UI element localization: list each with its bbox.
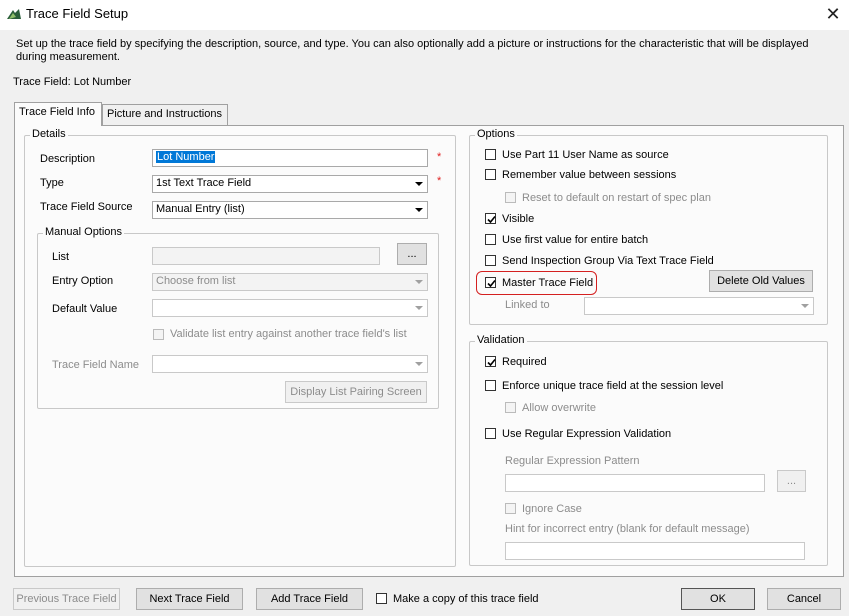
tab-trace-field-info[interactable]: Trace Field Info [14, 102, 102, 126]
manual-options-title: Manual Options [43, 226, 125, 238]
part11-label: Use Part 11 User Name as source [502, 149, 669, 161]
remember-value-checkbox[interactable] [485, 169, 496, 180]
type-label: Type [40, 177, 64, 189]
allow-overwrite-checkbox[interactable] [505, 402, 516, 413]
type-dropdown[interactable]: 1st Text Trace Field [152, 175, 428, 193]
default-value-dropdown[interactable] [152, 299, 428, 317]
hint-field[interactable] [505, 542, 805, 560]
details-group-title: Details [30, 128, 68, 140]
master-trace-label: Master Trace Field [502, 277, 594, 289]
part11-checkbox[interactable] [485, 149, 496, 160]
chevron-down-icon [415, 182, 423, 186]
chevron-down-icon [415, 362, 423, 366]
type-value: 1st Text Trace Field [156, 177, 252, 189]
checkmark-icon [487, 215, 496, 224]
entry-option-value: Choose from list [156, 275, 236, 287]
next-trace-field-button[interactable]: Next Trace Field [136, 588, 243, 610]
add-trace-field-button[interactable]: Add Trace Field [256, 588, 363, 610]
description-label: Description [40, 153, 96, 165]
master-trace-checkbox[interactable] [485, 277, 496, 288]
source-label: Trace Field Source [40, 201, 133, 213]
instructions-text: Set up the trace field by specifying the… [16, 38, 809, 63]
chevron-down-icon [415, 306, 423, 310]
trace-field-name-dropdown[interactable] [152, 355, 428, 373]
send-inspection-group-checkbox[interactable] [485, 255, 496, 266]
close-icon[interactable]: ✕ [822, 3, 844, 25]
remember-value-label: Remember value between sessions [502, 169, 677, 181]
regex-pattern-label: Regular Expression Pattern [505, 455, 640, 467]
default-value-label: Default Value [52, 303, 118, 315]
list-browse-button[interactable]: ... [397, 243, 427, 265]
validate-list-checkbox[interactable] [153, 329, 164, 340]
app-icon [7, 9, 21, 19]
list-field[interactable] [152, 247, 380, 265]
first-value-batch-label: Use first value for entire batch [502, 234, 649, 246]
regex-checkbox[interactable] [485, 428, 496, 439]
first-value-batch-checkbox[interactable] [485, 234, 496, 245]
make-copy-checkbox[interactable] [376, 593, 387, 604]
delete-old-values-button[interactable]: Delete Old Values [709, 270, 813, 292]
reset-default-checkbox[interactable] [505, 192, 516, 203]
source-dropdown[interactable]: Manual Entry (list) [152, 201, 428, 219]
window-title: Trace Field Setup [26, 6, 129, 21]
allow-overwrite-label: Allow overwrite [522, 402, 596, 414]
chevron-down-icon [415, 280, 423, 284]
checkmark-icon [487, 279, 496, 288]
entry-option-dropdown[interactable]: Choose from list [152, 273, 428, 291]
chevron-down-icon [415, 208, 423, 212]
tab-picture-and-instructions[interactable]: Picture and Instructions [102, 104, 228, 125]
display-pairing-button[interactable]: Display List Pairing Screen [285, 381, 427, 403]
required-marker: * [437, 175, 442, 187]
source-value: Manual Entry (list) [156, 203, 245, 215]
entry-option-label: Entry Option [52, 275, 114, 287]
options-group-title: Options [475, 128, 517, 140]
cancel-button[interactable]: Cancel [767, 588, 841, 610]
send-inspection-group-label: Send Inspection Group Via Text Trace Fie… [502, 255, 714, 267]
regex-label: Use Regular Expression Validation [502, 428, 672, 440]
validation-group-title: Validation [475, 334, 527, 346]
ignore-case-label: Ignore Case [522, 503, 582, 515]
validate-list-label: Validate list entry against another trac… [170, 328, 407, 340]
required-label: Required [502, 356, 547, 368]
trace-field-name-label: Trace Field Name [52, 359, 140, 371]
list-label: List [52, 251, 70, 263]
ok-button[interactable]: OK [681, 588, 755, 610]
enforce-unique-label: Enforce unique trace field at the sessio… [502, 380, 724, 392]
chevron-down-icon [801, 304, 809, 308]
tab-label: Trace Field Info [19, 106, 96, 118]
enforce-unique-checkbox[interactable] [485, 380, 496, 391]
regex-browse-button[interactable]: ... [777, 470, 806, 492]
description-field[interactable]: Lot Number [152, 149, 428, 167]
visible-label: Visible [502, 213, 535, 225]
trace-field-label: Trace Field: Lot Number [13, 76, 132, 88]
linked-to-label: Linked to [505, 299, 550, 311]
previous-trace-field-button[interactable]: Previous Trace Field [13, 588, 120, 610]
visible-checkbox[interactable] [485, 213, 496, 224]
checkmark-icon [487, 358, 496, 367]
make-copy-label: Make a copy of this trace field [393, 593, 539, 605]
tab-label: Picture and Instructions [107, 108, 222, 120]
required-checkbox[interactable] [485, 356, 496, 367]
hint-label: Hint for incorrect entry (blank for defa… [505, 523, 750, 535]
ignore-case-checkbox[interactable] [505, 503, 516, 514]
reset-default-label: Reset to default on restart of spec plan [522, 192, 711, 204]
description-value: Lot Number [156, 151, 216, 163]
linked-to-dropdown[interactable] [584, 297, 814, 315]
regex-pattern-field[interactable] [505, 474, 765, 492]
required-marker: * [437, 151, 442, 163]
